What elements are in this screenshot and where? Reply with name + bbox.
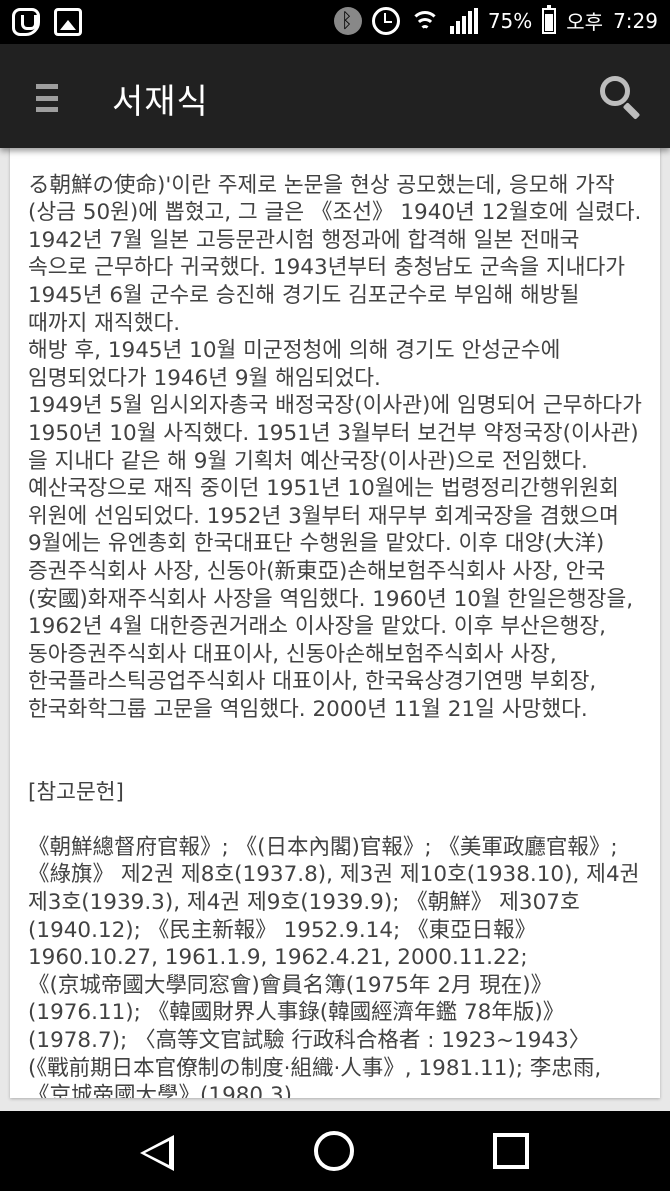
home-icon[interactable]	[314, 1131, 354, 1171]
notification-icons	[12, 8, 82, 36]
search-icon[interactable]	[598, 74, 642, 120]
alarm-icon	[371, 6, 400, 35]
page-title: 서재식	[112, 82, 209, 122]
article-card[interactable]: る朝鮮の使命)'이란 주제로 논문을 현상 공모했는데, 응모해 가작(상금 5…	[10, 148, 660, 1098]
signal-icon	[449, 7, 478, 34]
recents-icon[interactable]	[493, 1133, 529, 1169]
time-ampm: 오후	[566, 10, 604, 34]
gallery-icon	[54, 8, 82, 36]
wifi-icon	[409, 9, 440, 33]
battery-icon	[542, 4, 557, 34]
references-list: 《朝鮮總督府官報》; 《(日本內閣)官報》; 《美軍政廳官報》; 《綠旗》 제2…	[28, 834, 640, 1098]
clock-time: 7:29	[613, 8, 658, 33]
navigation-bar	[0, 1111, 670, 1191]
references-heading: [참고문헌]	[28, 779, 124, 805]
status-bar: 75% 오후 7:29	[0, 0, 670, 44]
system-icons: 75% 오후 7:29	[333, 4, 658, 35]
app-bar: 서재식	[0, 44, 670, 148]
back-icon[interactable]	[140, 1135, 174, 1171]
uplus-icon	[12, 8, 40, 36]
battery-percent: 75%	[487, 8, 533, 33]
article-body: る朝鮮の使命)'이란 주제로 논문을 현상 공모했는데, 응모해 가작(상금 5…	[28, 172, 642, 722]
bluetooth-icon	[333, 6, 362, 35]
hamburger-icon[interactable]	[36, 84, 58, 112]
article-content: る朝鮮の使命)'이란 주제로 논문을 현상 공모했는데, 응모해 가작(상금 5…	[28, 148, 644, 1098]
